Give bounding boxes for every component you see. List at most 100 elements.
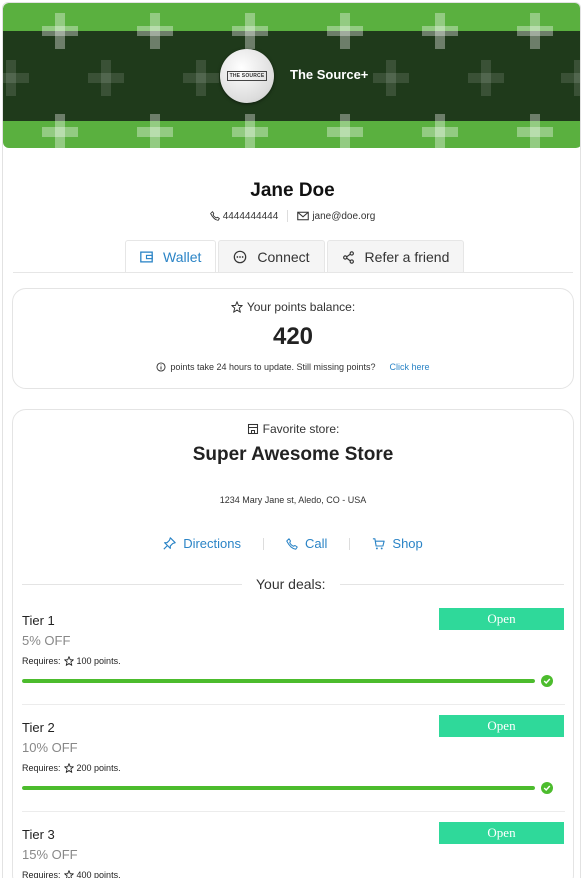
missing-points-link[interactable]: Click here xyxy=(390,362,430,372)
deals-heading-row: Your deals: xyxy=(22,576,564,592)
check-circle-icon xyxy=(541,675,553,687)
star-icon xyxy=(63,656,74,666)
favorite-store-label: Favorite store: xyxy=(262,422,340,436)
shop-button[interactable]: Shop xyxy=(350,536,444,551)
deal-divider xyxy=(22,811,565,812)
deals-heading: Your deals: xyxy=(256,576,326,592)
email-address: jane@doe.org xyxy=(312,210,376,222)
deals-heading-line xyxy=(22,583,242,585)
plus-decoration xyxy=(88,60,124,96)
favorite-store-row: Favorite store: xyxy=(13,422,573,436)
open-deal-button[interactable]: Open xyxy=(439,822,564,844)
points-note: points take 24 hours to update. Still mi… xyxy=(170,362,376,372)
deal-progress-bar xyxy=(22,679,535,683)
plus-decoration xyxy=(232,13,268,49)
call-button[interactable]: Call xyxy=(264,536,349,551)
plus-decoration xyxy=(183,60,219,96)
tab-label: Connect xyxy=(257,249,310,265)
store-address: 1234 Mary Jane st, Aledo, CO - USA xyxy=(219,495,367,505)
deal-tier: Tier 3 xyxy=(22,827,55,842)
required-points: 100 points. xyxy=(76,656,121,666)
wallet-icon xyxy=(140,251,153,263)
deal-progress-fill xyxy=(22,679,535,683)
store-actions: Directions Call Shop xyxy=(13,536,573,551)
tab-refer-a-friend[interactable]: Refer a friend xyxy=(326,240,465,273)
action-label: Shop xyxy=(392,536,423,551)
required-points: 200 points. xyxy=(76,763,121,773)
brand-name: The Source+ xyxy=(290,67,369,82)
deal-progress-bar xyxy=(22,786,535,790)
phone-icon xyxy=(286,537,298,550)
store-icon xyxy=(247,423,259,435)
phone-contact[interactable]: 4444444444 xyxy=(201,210,288,222)
header-banner: THE SOURCE The Source+ xyxy=(3,3,580,148)
plus-decoration xyxy=(561,60,580,96)
deal-discount: 15% OFF xyxy=(22,847,78,862)
action-label: Directions xyxy=(183,536,241,551)
brand-logo: THE SOURCE xyxy=(220,49,274,103)
open-deal-button[interactable]: Open xyxy=(439,715,564,737)
action-label: Call xyxy=(305,536,328,551)
contact-row: 4444444444 jane@doe.org xyxy=(3,210,580,222)
app-frame: THE SOURCE The Source+ Jane Doe 44444444… xyxy=(2,2,581,878)
plus-decoration xyxy=(517,114,553,148)
store-card: Favorite store: Super Awesome Store 1234… xyxy=(12,409,574,878)
deals-heading-line xyxy=(339,583,564,585)
info-icon xyxy=(156,362,166,372)
phone-number: 4444444444 xyxy=(222,210,279,222)
deal-requirement: Requires: 200 points. xyxy=(22,763,121,773)
user-name: Jane Doe xyxy=(250,180,335,201)
plus-decoration xyxy=(422,13,458,49)
points-value: 420 xyxy=(272,323,314,350)
share-icon xyxy=(342,250,355,264)
email-contact[interactable]: jane@doe.org xyxy=(288,210,384,222)
tab-label: Refer a friend xyxy=(364,249,450,265)
phone-icon xyxy=(209,211,220,221)
store-name: Super Awesome Store xyxy=(192,444,394,465)
deal-discount: 10% OFF xyxy=(22,740,78,755)
pin-icon xyxy=(163,537,176,550)
tab-bar: Wallet Connect Refer a friend xyxy=(125,240,466,273)
tab-connect[interactable]: Connect xyxy=(218,240,325,273)
deal-progress-fill xyxy=(22,786,535,790)
points-label: Your points balance: xyxy=(246,300,356,314)
tab-label: Wallet xyxy=(163,249,202,265)
tab-underline xyxy=(13,272,573,273)
deal-requirement: Requires: 400 points. xyxy=(22,870,121,878)
plus-decoration xyxy=(373,60,409,96)
points-label-row: Your points balance: xyxy=(13,300,573,314)
star-icon xyxy=(231,301,243,313)
deal-requirement: Requires: 100 points. xyxy=(22,656,121,666)
mail-icon xyxy=(297,211,310,221)
plus-decoration xyxy=(137,114,173,148)
deal-tier: Tier 1 xyxy=(22,613,55,628)
deal-discount: 5% OFF xyxy=(22,633,71,648)
plus-decoration xyxy=(3,60,29,96)
plus-decoration xyxy=(327,13,363,49)
deal-divider xyxy=(22,704,565,705)
star-icon xyxy=(63,870,74,878)
tab-wallet[interactable]: Wallet xyxy=(125,240,217,273)
deal-tier: Tier 2 xyxy=(22,720,55,735)
directions-button[interactable]: Directions xyxy=(141,536,263,551)
requires-label: Requires: xyxy=(22,656,61,666)
cart-icon xyxy=(372,537,386,550)
plus-decoration xyxy=(42,13,78,49)
required-points: 400 points. xyxy=(76,870,121,878)
chat-bubble-icon xyxy=(233,250,247,264)
plus-decoration xyxy=(42,114,78,148)
plus-decoration xyxy=(232,114,268,148)
plus-decoration xyxy=(327,114,363,148)
requires-label: Requires: xyxy=(22,870,61,878)
points-note-row: points take 24 hours to update. Still mi… xyxy=(13,362,573,372)
plus-decoration xyxy=(422,114,458,148)
requires-label: Requires: xyxy=(22,763,61,773)
points-card: Your points balance: 420 points take 24 … xyxy=(12,288,574,389)
plus-decoration xyxy=(137,13,173,49)
open-deal-button[interactable]: Open xyxy=(439,608,564,630)
logo-text: THE SOURCE xyxy=(226,71,268,81)
plus-decoration xyxy=(468,60,504,96)
plus-decoration xyxy=(517,13,553,49)
star-icon xyxy=(63,763,74,773)
check-circle-icon xyxy=(541,782,553,794)
